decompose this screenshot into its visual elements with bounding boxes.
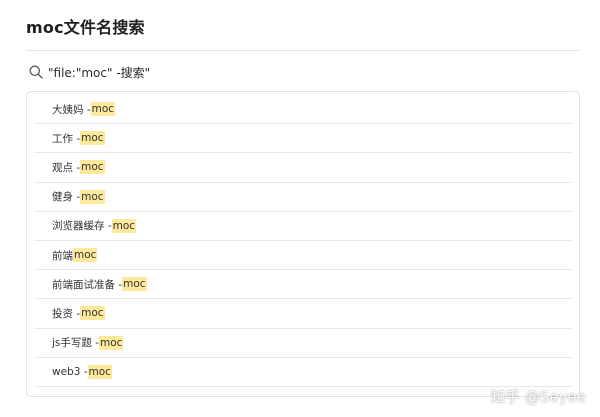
result-item[interactable]: js手写题 - moc (34, 329, 572, 358)
match-highlight: moc (73, 248, 98, 263)
result-item[interactable]: 观点 - moc (34, 153, 572, 183)
search-icon (29, 65, 43, 79)
match-highlight: moc (80, 131, 105, 146)
watermark: 知乎 @Seyee (490, 386, 586, 407)
match-highlight: moc (111, 218, 137, 233)
result-title: 投资 - (52, 307, 81, 320)
result-title: js手写题 - (52, 337, 100, 350)
watermark-text: 知乎 @Seyee (490, 388, 586, 406)
result-title: 前端 (52, 249, 73, 262)
result-title: 健身 - (52, 191, 81, 204)
match-highlight: moc (80, 306, 105, 321)
result-title: web3 - (52, 365, 88, 378)
result-item[interactable]: 健身 - moc (34, 183, 572, 212)
match-highlight: moc (80, 160, 105, 175)
result-title: 工作 - (52, 132, 81, 145)
match-highlight: moc (80, 189, 105, 204)
result-item[interactable]: 投资 - moc (34, 299, 572, 329)
match-highlight: moc (87, 364, 112, 379)
match-highlight: moc (99, 335, 124, 350)
title-divider (26, 50, 580, 51)
result-title: 大姨妈 - (52, 103, 91, 116)
result-item[interactable]: 工作 - moc (34, 124, 572, 154)
result-item[interactable]: 浏览器缓存 - moc (34, 212, 572, 241)
result-title: 浏览器缓存 - (52, 220, 112, 233)
result-title: 观点 - (52, 161, 81, 174)
result-title: 前端面试准备 - (52, 278, 123, 291)
result-item[interactable]: 大姨妈 - moc (34, 95, 572, 125)
match-highlight: moc (90, 102, 116, 117)
result-item[interactable]: web3 - moc (34, 358, 572, 387)
match-highlight: moc (122, 277, 147, 292)
search-query-text[interactable]: "file:"moc" -搜索" (48, 64, 150, 81)
result-item[interactable]: 前端 moc (34, 241, 572, 271)
search-results-list: 大姨妈 - moc 工作 - moc 观点 - moc 健身 - moc 浏览器… (26, 91, 580, 397)
search-bar[interactable]: "file:"moc" -搜索" (28, 62, 150, 82)
page-title: moc文件名搜索 (26, 18, 145, 37)
result-item[interactable]: 前端面试准备 - moc (34, 270, 572, 300)
